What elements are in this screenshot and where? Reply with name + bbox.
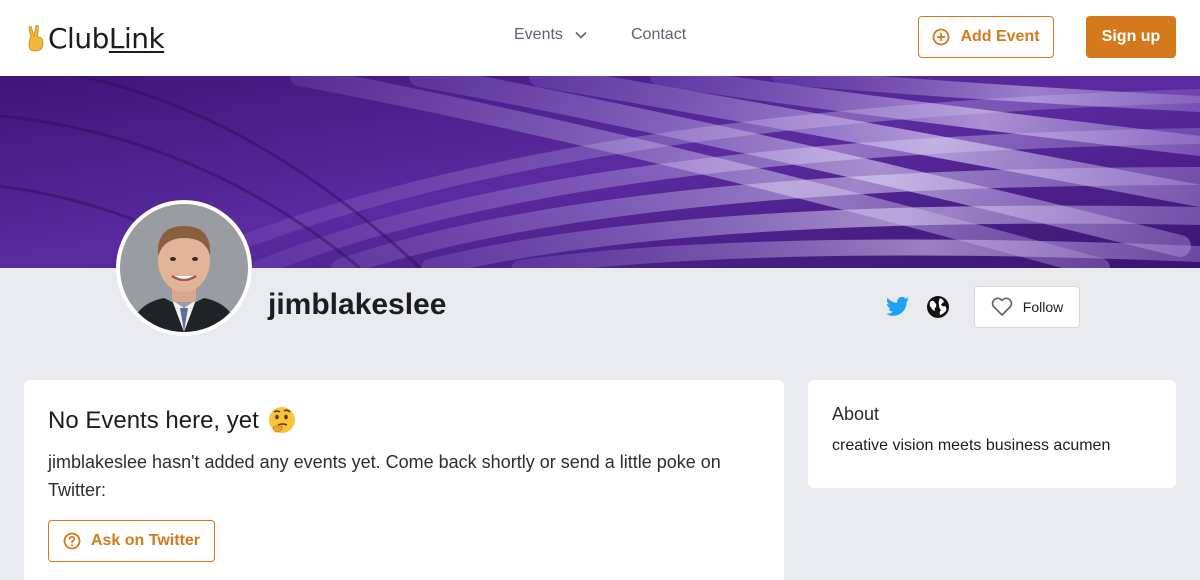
logo-text-link: Link xyxy=(108,22,165,55)
thinking-face-icon xyxy=(268,407,295,433)
nav-events-dropdown[interactable]: Events xyxy=(514,26,587,44)
profile-photo xyxy=(120,204,248,332)
chevron-down-icon xyxy=(575,31,587,39)
events-card-title-text: No Events here, yet xyxy=(48,407,259,434)
victory-hand-icon xyxy=(28,24,44,51)
profile-username: jimblakeslee xyxy=(268,288,447,321)
heart-icon xyxy=(991,297,1012,316)
logo-text-club: Club xyxy=(48,22,109,55)
ask-on-twitter-label: Ask on Twitter xyxy=(90,532,201,549)
about-card: About creative vision meets business acu… xyxy=(808,380,1176,488)
ask-on-twitter-button[interactable]: Ask on Twitter xyxy=(48,520,215,562)
events-empty-message: jimblakeslee hasn't added any events yet… xyxy=(48,452,721,500)
about-bio-text: creative vision meets business acumen xyxy=(832,437,1111,454)
events-card: No Events here, yet jimblakeslee hasn't … xyxy=(24,380,784,580)
profile-avatar xyxy=(116,200,252,336)
globe-website-icon[interactable] xyxy=(926,295,950,319)
add-event-button[interactable]: Add Event xyxy=(918,16,1054,58)
nav-contact-link[interactable]: Contact xyxy=(631,26,686,44)
plus-circle-icon xyxy=(933,28,950,46)
question-circle-icon xyxy=(63,532,81,550)
twitter-icon[interactable] xyxy=(886,296,910,318)
top-navbar: Club Link Events Contact Add Event Sign u… xyxy=(0,0,1200,76)
sign-up-button[interactable]: Sign up xyxy=(1086,16,1176,58)
events-card-title: No Events here, yet xyxy=(48,406,760,436)
follow-label: Follow xyxy=(1022,299,1064,315)
clublink-logo[interactable]: Club Link xyxy=(26,22,165,55)
about-card-title: About xyxy=(832,404,880,424)
nav-events-label: Events xyxy=(514,26,563,43)
add-event-label: Add Event xyxy=(960,28,1040,45)
follow-button[interactable]: Follow xyxy=(974,286,1080,328)
